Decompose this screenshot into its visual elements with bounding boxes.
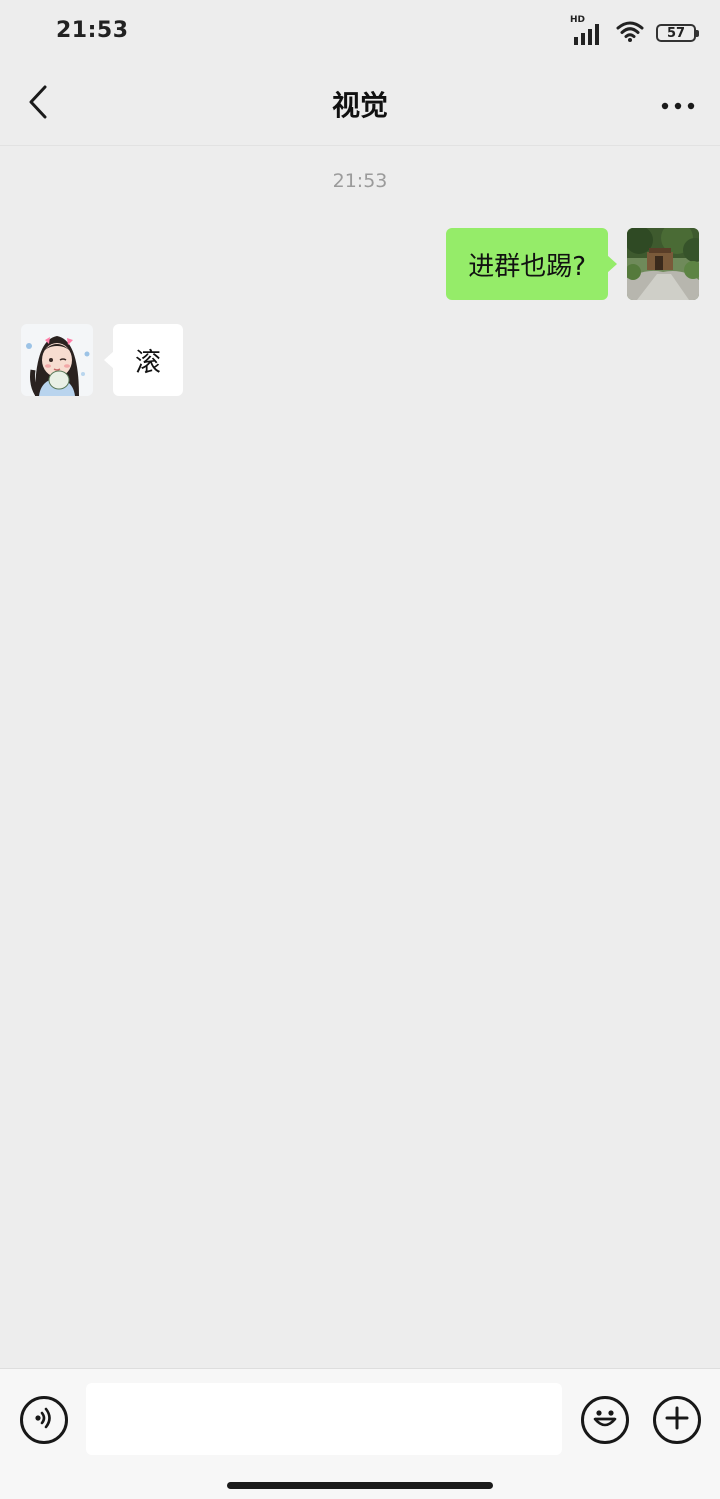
incoming-message-bubble[interactable]: 滚 <box>103 324 184 396</box>
home-indicator[interactable] <box>227 1482 493 1489</box>
message-input-bar <box>0 1368 720 1499</box>
chat-header: 视觉 <box>0 66 720 146</box>
cellular-signal-icon: HD <box>570 15 604 45</box>
outgoing-message-bubble[interactable]: 进群也踢? <box>446 228 617 300</box>
more-options-button[interactable] <box>658 86 698 122</box>
voice-icon <box>31 1405 57 1435</box>
message-row-outgoing: 进群也踢? <box>446 228 699 300</box>
network-hd-label: HD <box>570 15 586 25</box>
emoji-icon <box>588 1401 622 1439</box>
landscape-photo-avatar[interactable] <box>627 228 699 300</box>
message-text-input[interactable] <box>86 1383 562 1455</box>
add-more-button[interactable] <box>653 1396 701 1444</box>
status-bar: 21:53 HD 57 <box>0 0 720 66</box>
cartoon-girl-avatar[interactable] <box>21 324 93 396</box>
emoji-button[interactable] <box>581 1396 629 1444</box>
chat-timestamp: 21:53 <box>332 170 388 192</box>
message-text: 滚 <box>135 347 162 378</box>
more-horizontal-icon <box>661 95 695 114</box>
page-title: 视觉 <box>331 89 388 122</box>
voice-button[interactable] <box>20 1396 68 1444</box>
wifi-icon <box>616 20 644 46</box>
plus-icon <box>663 1404 691 1436</box>
status-icons: HD 57 <box>570 15 699 48</box>
message-row-incoming: 滚 <box>21 324 184 396</box>
battery-indicator: 57 <box>656 24 699 42</box>
message-text: 进群也踢? <box>468 251 586 282</box>
status-time: 21:53 <box>56 18 129 43</box>
chat-screen: 21:53 HD 57 视觉 21:53 进群也踢? 滚 <box>0 0 720 1499</box>
